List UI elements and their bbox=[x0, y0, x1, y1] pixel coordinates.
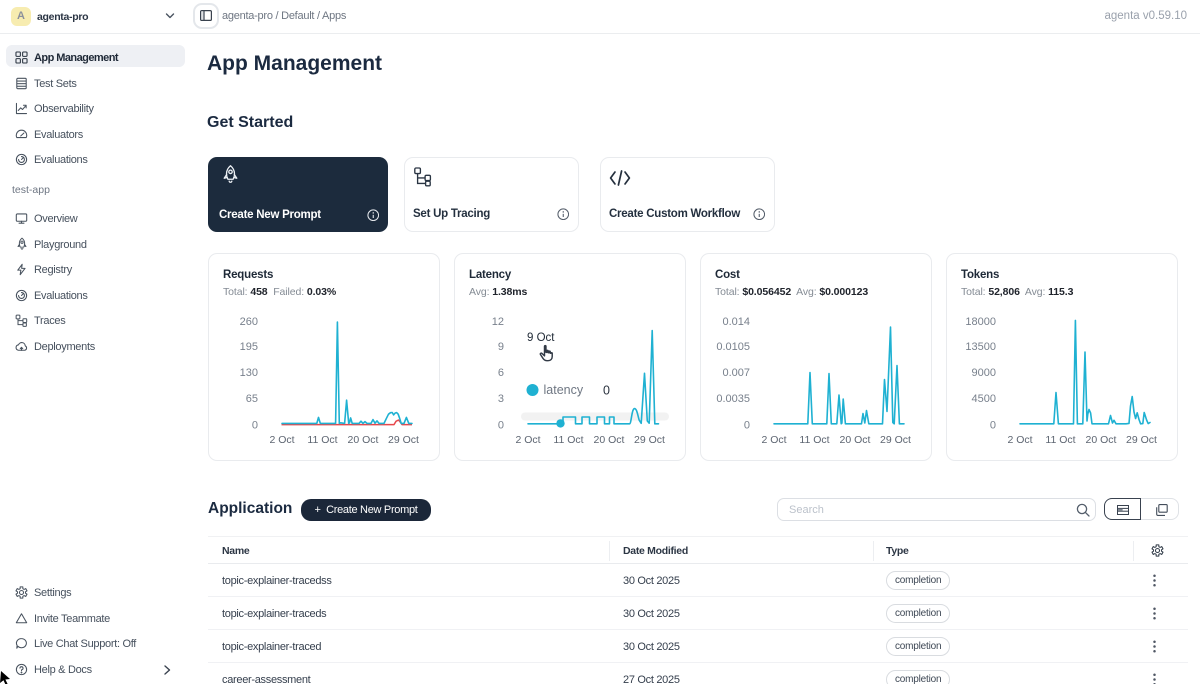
svg-text:2 Oct: 2 Oct bbox=[515, 434, 540, 446]
svg-text:11 Oct: 11 Oct bbox=[799, 434, 829, 446]
svg-text:0.007: 0.007 bbox=[722, 367, 750, 379]
svg-text:6: 6 bbox=[498, 367, 504, 379]
svg-text:0.0035: 0.0035 bbox=[716, 393, 750, 405]
svg-text:0: 0 bbox=[990, 420, 996, 432]
svg-text:29 Oct: 29 Oct bbox=[880, 434, 911, 446]
svg-text:18000: 18000 bbox=[965, 316, 996, 328]
svg-text:9: 9 bbox=[498, 341, 504, 353]
svg-text:0: 0 bbox=[252, 420, 258, 432]
svg-text:11 Oct: 11 Oct bbox=[307, 434, 337, 446]
svg-text:260: 260 bbox=[240, 316, 258, 328]
svg-text:0.014: 0.014 bbox=[722, 316, 750, 328]
svg-text:29 Oct: 29 Oct bbox=[1126, 434, 1157, 446]
svg-text:195: 195 bbox=[240, 341, 258, 353]
svg-text:65: 65 bbox=[246, 393, 258, 405]
svg-text:2 Oct: 2 Oct bbox=[761, 434, 786, 446]
svg-text:12: 12 bbox=[492, 316, 504, 328]
svg-text:11 Oct: 11 Oct bbox=[1045, 434, 1075, 446]
svg-text:2 Oct: 2 Oct bbox=[269, 434, 294, 446]
svg-text:3: 3 bbox=[498, 393, 504, 405]
svg-text:0.0105: 0.0105 bbox=[716, 341, 750, 353]
svg-text:29 Oct: 29 Oct bbox=[388, 434, 419, 446]
svg-text:20 Oct: 20 Oct bbox=[348, 434, 379, 446]
svg-text:0: 0 bbox=[744, 420, 750, 432]
svg-text:2 Oct: 2 Oct bbox=[1007, 434, 1032, 446]
svg-text:29 Oct: 29 Oct bbox=[634, 434, 665, 446]
svg-text:130: 130 bbox=[240, 367, 258, 379]
svg-text:20 Oct: 20 Oct bbox=[594, 434, 625, 446]
svg-text:9 Oct: 9 Oct bbox=[527, 332, 555, 344]
svg-text:4500: 4500 bbox=[972, 393, 996, 405]
svg-text:13500: 13500 bbox=[965, 341, 996, 353]
svg-text:0: 0 bbox=[603, 384, 610, 398]
svg-text:11 Oct: 11 Oct bbox=[553, 434, 583, 446]
svg-text:latency: latency bbox=[544, 383, 584, 397]
svg-text:20 Oct: 20 Oct bbox=[840, 434, 871, 446]
svg-text:9000: 9000 bbox=[972, 367, 996, 379]
svg-text:0: 0 bbox=[498, 420, 504, 432]
svg-text:20 Oct: 20 Oct bbox=[1086, 434, 1117, 446]
